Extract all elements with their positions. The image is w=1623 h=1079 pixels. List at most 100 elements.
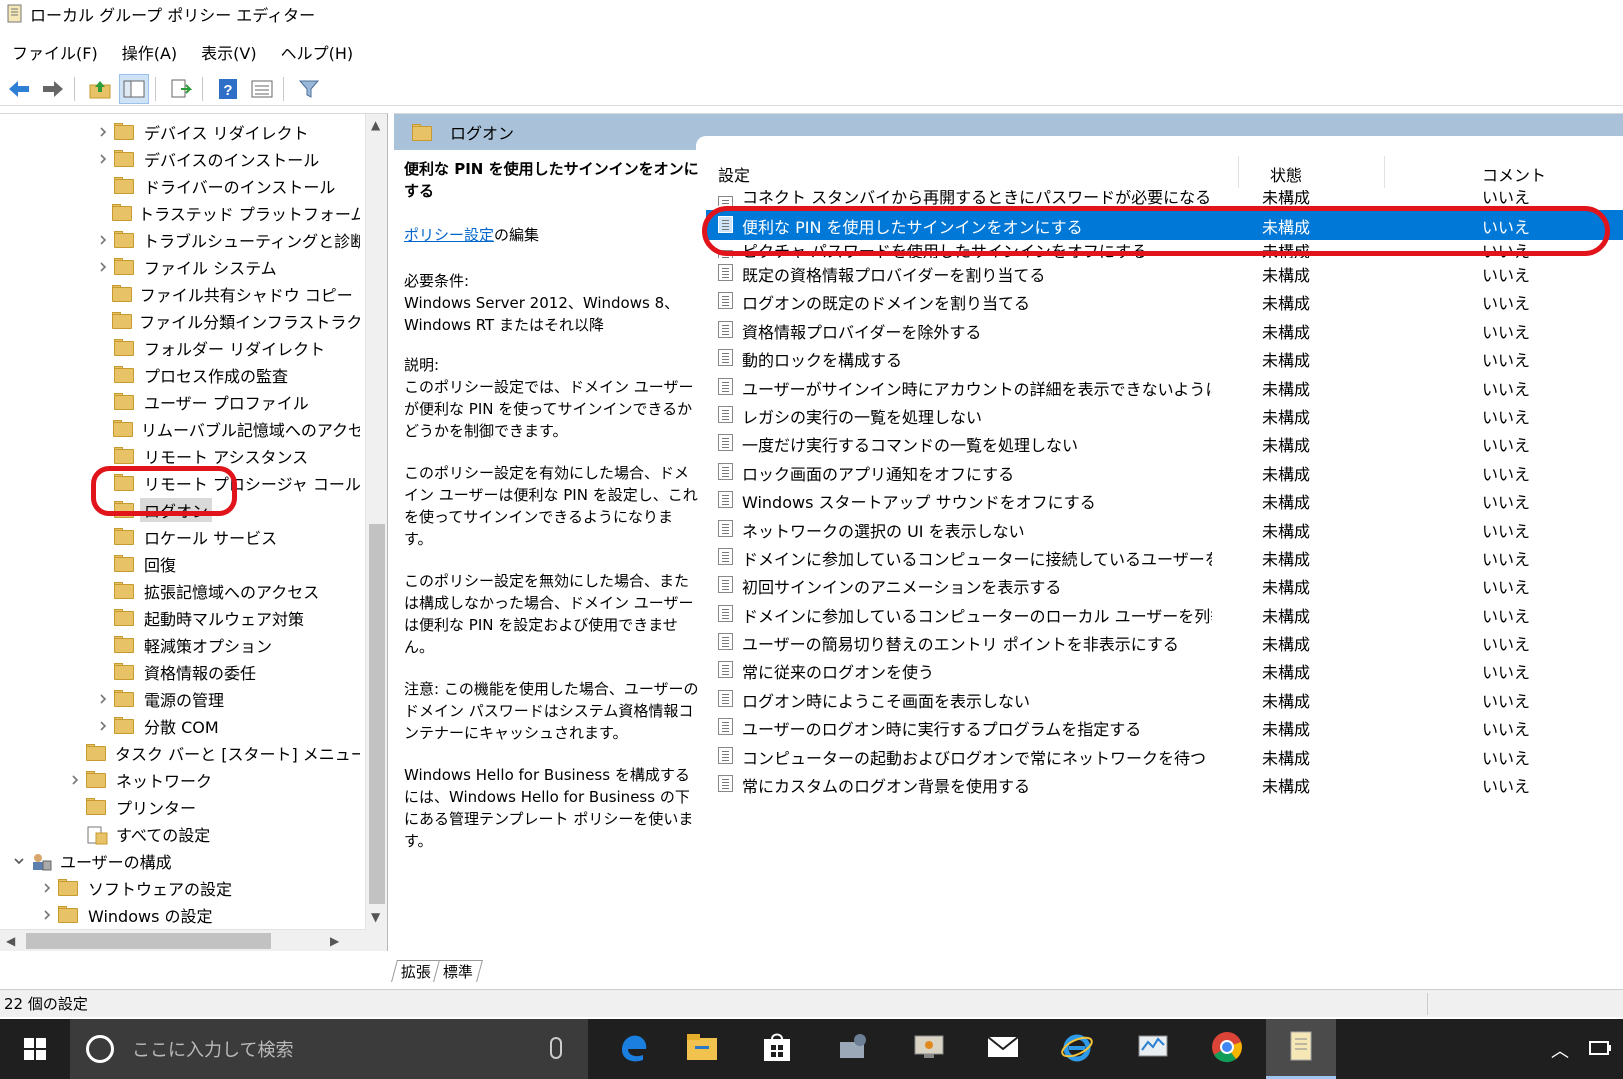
tree-item[interactable]: ロケール サービス — [0, 523, 360, 550]
tree-item[interactable]: デバイス リダイレクト — [0, 118, 360, 145]
policy-row[interactable]: 一度だけ実行するコマンドの一覧を処理しない 未構成 いいえ — [706, 428, 1623, 456]
policy-row[interactable]: 初回サインインのアニメーションを表示する 未構成 いいえ — [706, 570, 1623, 598]
export-list-icon[interactable] — [166, 74, 196, 104]
scroll-up-icon[interactable]: ▲ — [371, 118, 380, 132]
policy-row[interactable]: ユーザーの簡易切り替えのエントリ ポイントを非表示にする 未構成 いいえ — [706, 627, 1623, 655]
tree-item[interactable]: 資格情報の委任 — [0, 658, 360, 685]
scroll-down-icon[interactable]: ▼ — [371, 910, 380, 924]
policy-row[interactable]: ログオン時にようこそ画面を表示しない 未構成 いいえ — [706, 684, 1623, 712]
tree-item[interactable]: ドライバーのインストール — [0, 172, 360, 199]
policy-row[interactable]: Windows スタートアップ サウンドをオフにする 未構成 いいえ — [706, 485, 1623, 513]
taskbar-app-performance-monitor[interactable] — [1118, 1019, 1188, 1079]
tree-item[interactable]: プリンター — [0, 793, 360, 820]
policy-row[interactable]: レガシの実行の一覧を処理しない 未構成 いいえ — [706, 400, 1623, 428]
tree-item[interactable]: 拡張記憶域へのアクセス — [0, 577, 360, 604]
policy-row[interactable]: ネットワークの選択の UI を表示しない 未構成 いいえ — [706, 514, 1623, 542]
tree-item[interactable]: ファイル分類インフラストラクチャ — [0, 307, 360, 334]
policy-row[interactable]: 資格情報プロバイダーを除外する 未構成 いいえ — [706, 315, 1623, 343]
policy-row[interactable]: ピクチャ パスワードを使用したサインインをオフにする 未構成 いいえ — [706, 244, 1623, 258]
scrollbar-thumb[interactable] — [369, 524, 385, 904]
filter-icon[interactable] — [294, 74, 324, 104]
up-folder-icon[interactable] — [85, 74, 115, 104]
tree-item[interactable]: トラステッド プラットフォーム モジ — [0, 199, 360, 226]
tree-item[interactable]: リムーバブル記憶域へのアクセス — [0, 415, 360, 442]
tab-standard[interactable]: 標準 — [433, 960, 483, 982]
tree-item[interactable]: 軽減策オプション — [0, 631, 360, 658]
tree-item[interactable]: ファイル共有シャドウ コピー プロ — [0, 280, 360, 307]
tree-horizontal-scrollbar[interactable]: ◀ ▶ — [0, 929, 366, 951]
tree-item[interactable]: Windows の設定 — [0, 901, 360, 928]
tree-item[interactable]: リモート アシスタンス — [0, 442, 360, 469]
policy-row[interactable]: ドメインに参加しているコンピューターのローカル ユーザーを列挙する 未構成 いいえ — [706, 599, 1623, 627]
show-hide-tree-icon[interactable] — [119, 73, 149, 104]
tree-item[interactable]: 電源の管理 — [0, 685, 360, 712]
tree-item[interactable]: ユーザーの構成 — [0, 847, 360, 874]
edit-policy-link[interactable]: ポリシー設定 — [404, 226, 494, 244]
tree-item[interactable]: ネットワーク — [0, 766, 360, 793]
tree-item[interactable]: ログオン — [0, 496, 360, 523]
chevron-down-icon[interactable] — [12, 854, 26, 868]
chevron-right-icon[interactable] — [40, 881, 54, 895]
column-header-setting[interactable]: 設定 — [718, 162, 750, 186]
policy-row[interactable]: 動的ロックを構成する 未構成 いいえ — [706, 343, 1623, 371]
policy-row[interactable]: 便利な PIN を使用したサインインをオンにする 未構成 いいえ — [706, 210, 1623, 240]
tree-vertical-scrollbar[interactable]: ▲ ▼ — [365, 114, 387, 951]
chevron-right-icon[interactable] — [96, 125, 110, 139]
policy-row[interactable]: ドメインに参加しているコンピューターに接続しているユーザーを列挙しない 未構成 いい… — [706, 542, 1623, 570]
menu-help[interactable]: ヘルプ(H) — [269, 40, 366, 64]
microphone-icon[interactable] — [550, 1037, 562, 1059]
taskbar-search-box[interactable]: ここに入力して検索 — [70, 1019, 588, 1079]
chevron-up-icon[interactable]: ︿ — [1551, 1037, 1569, 1063]
back-arrow-icon[interactable] — [4, 74, 34, 104]
tree-item[interactable]: フォルダー リダイレクト — [0, 334, 360, 361]
scroll-right-icon[interactable]: ▶ — [330, 934, 339, 948]
tree-item[interactable]: 分散 COM — [0, 712, 360, 739]
forward-arrow-icon[interactable] — [38, 74, 68, 104]
taskbar-app-file-explorer[interactable] — [667, 1019, 737, 1079]
menu-view[interactable]: 表示(V) — [189, 40, 268, 64]
taskbar-app-mail[interactable] — [968, 1019, 1038, 1079]
taskbar-app-chrome[interactable] — [1192, 1019, 1262, 1079]
column-header-comment[interactable]: コメント — [1482, 162, 1546, 186]
taskbar-app-store[interactable] — [742, 1019, 812, 1079]
start-button[interactable] — [0, 1019, 70, 1079]
scrollbar-thumb[interactable] — [26, 933, 271, 949]
taskbar-app-ie[interactable] — [1042, 1019, 1112, 1079]
policy-row[interactable]: 既定の資格情報プロバイダーを割り当てる 未構成 いいえ — [706, 258, 1623, 286]
chevron-right-icon[interactable] — [96, 152, 110, 166]
policy-row[interactable]: コンピューターの起動およびログオンで常にネットワークを待つ 未構成 いいえ — [706, 741, 1623, 769]
taskbar-app-control-panel[interactable] — [818, 1019, 888, 1079]
tree-item[interactable]: デバイスのインストール — [0, 145, 360, 172]
tree-item[interactable]: プロセス作成の監査 — [0, 361, 360, 388]
tree-item[interactable]: ファイル システム — [0, 253, 360, 280]
tree-item[interactable]: すべての設定 — [0, 820, 360, 847]
policy-row[interactable]: ログオンの既定のドメインを割り当てる 未構成 いいえ — [706, 286, 1623, 314]
chevron-right-icon[interactable] — [96, 260, 110, 274]
column-header-state[interactable]: 状態 — [1270, 162, 1302, 186]
scroll-left-icon[interactable]: ◀ — [6, 934, 15, 948]
policy-row[interactable]: 常にカスタムのログオン背景を使用する 未構成 いいえ — [706, 769, 1623, 797]
tree-item[interactable]: トラブルシューティングと診断 — [0, 226, 360, 253]
battery-icon[interactable] — [1589, 1039, 1613, 1061]
tree-item[interactable]: タスク バーと [スタート] メニュー — [0, 739, 360, 766]
chevron-right-icon[interactable] — [40, 908, 54, 922]
policy-row[interactable]: コネクト スタンバイから再開するときにパスワードが必要になる時間をス 未構成 いいえ — [706, 190, 1623, 206]
chevron-right-icon[interactable] — [96, 233, 110, 247]
taskbar-app-remote-desktop[interactable] — [894, 1019, 964, 1079]
chevron-right-icon[interactable] — [68, 773, 82, 787]
policy-row[interactable]: ロック画面のアプリ通知をオフにする 未構成 いいえ — [706, 457, 1623, 485]
menu-file[interactable]: ファイル(F) — [0, 40, 110, 64]
policy-row[interactable]: 常に従来のログオンを使う 未構成 いいえ — [706, 655, 1623, 683]
policy-row[interactable]: ユーザーのログオン時に実行するプログラムを指定する 未構成 いいえ — [706, 712, 1623, 740]
tree-item[interactable]: 回復 — [0, 550, 360, 577]
menu-action[interactable]: 操作(A) — [110, 40, 189, 64]
taskbar-app-policy-editor[interactable] — [1266, 1019, 1336, 1079]
chevron-right-icon[interactable] — [96, 719, 110, 733]
tree-item[interactable]: ソフトウェアの設定 — [0, 874, 360, 901]
properties-icon[interactable] — [247, 74, 277, 104]
tree-item[interactable]: ユーザー プロファイル — [0, 388, 360, 415]
taskbar-app-edge[interactable] — [598, 1019, 668, 1079]
tree-item[interactable]: リモート プロシージャ コール — [0, 469, 360, 496]
tree-item[interactable]: 起動時マルウェア対策 — [0, 604, 360, 631]
cortana-icon[interactable] — [86, 1035, 114, 1063]
